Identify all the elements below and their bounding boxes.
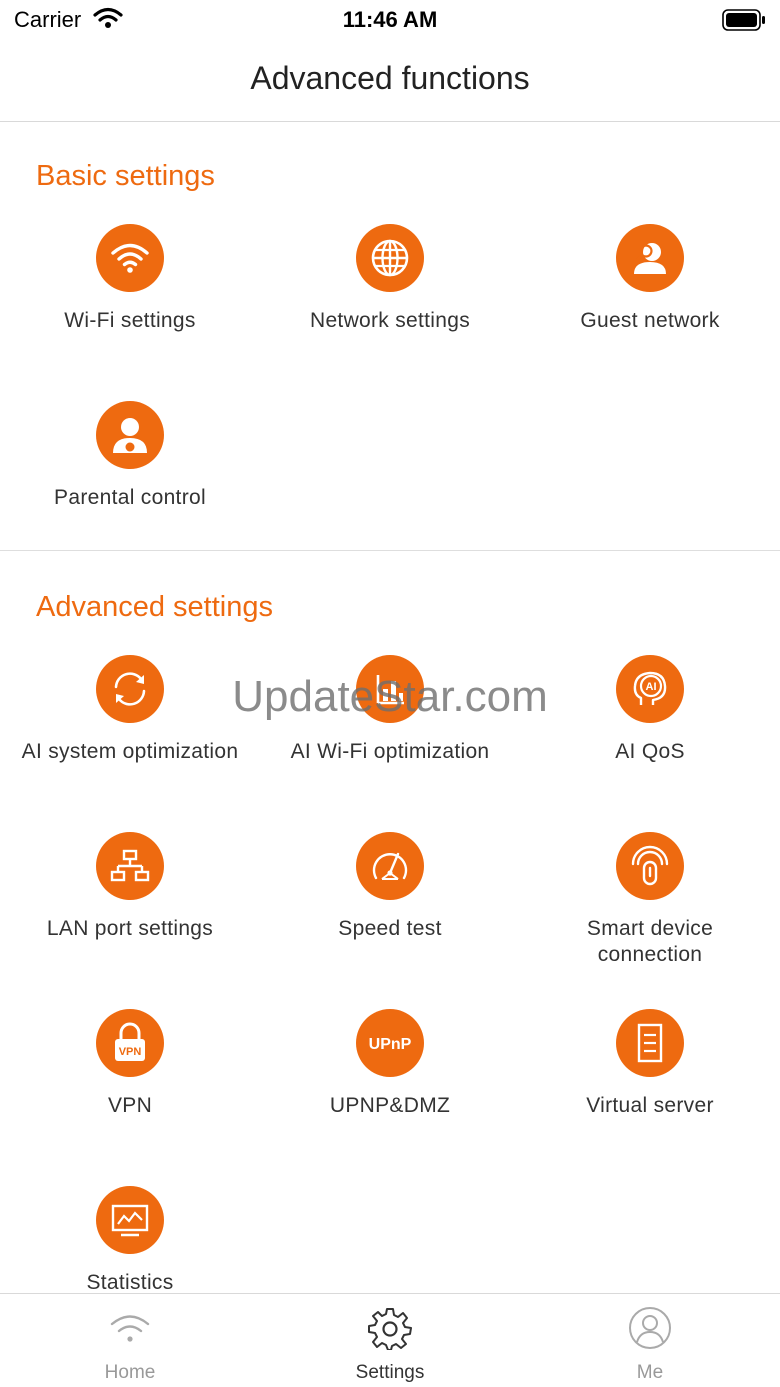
tile-vpn[interactable]: VPN VPN [0, 1009, 260, 1179]
tile-label: Virtual server [586, 1094, 714, 1117]
tile-label: Network settings [309, 309, 471, 332]
network-tree-icon [96, 832, 164, 900]
smart-device-icon [616, 832, 684, 900]
globe-icon [356, 224, 424, 292]
home-wifi-icon [108, 1306, 152, 1350]
tab-label: Home [104, 1362, 156, 1383]
chart-icon [356, 655, 424, 723]
tile-ai-qos[interactable]: AI AI QoS [520, 655, 780, 825]
monitor-icon [96, 1186, 164, 1254]
guest-icon [616, 224, 684, 292]
tile-label: UPNP&DMZ [329, 1094, 451, 1117]
tile-wifi-settings[interactable]: Wi-Fi settings [0, 224, 260, 394]
tile-label: Parental control [54, 486, 206, 509]
tab-label: Me [636, 1362, 664, 1383]
section-divider [0, 550, 780, 551]
basic-settings-title: Basic settings [36, 160, 215, 192]
tile-label: Smart device connection [586, 917, 714, 966]
upnp-icon-text: UPnP [369, 1036, 412, 1053]
gear-icon [368, 1306, 412, 1351]
status-bar: Carrier 11:46 AM [0, 0, 780, 40]
page-title: Advanced functions [250, 60, 530, 96]
ai-icon-text: AI [646, 681, 657, 693]
tile-ai-wifi-optimization[interactable]: AI Wi-Fi optimization [260, 655, 520, 825]
tab-me[interactable]: Me [520, 1294, 780, 1387]
tile-ai-system-optimization[interactable]: AI system optimization [0, 655, 260, 825]
tile-label: VPN [107, 1094, 153, 1117]
tile-label: Wi-Fi settings [64, 309, 196, 332]
refresh-icon [96, 655, 164, 723]
tab-settings[interactable]: Settings [260, 1294, 520, 1387]
tile-parental-control[interactable]: Parental control [0, 401, 260, 571]
tile-speed-test[interactable]: Speed test [260, 832, 520, 1002]
tab-label: Settings [355, 1362, 425, 1383]
advanced-settings-title: Advanced settings [36, 591, 273, 623]
tile-lan-port-settings[interactable]: LAN port settings [0, 832, 260, 1002]
user-icon [628, 1306, 672, 1350]
nav-bar: Advanced functions [0, 40, 780, 122]
vpn-icon-text: VPN [119, 1046, 142, 1058]
upnp-icon: UPnP [356, 1009, 424, 1077]
tile-smart-device-connection[interactable]: Smart device connection [520, 832, 780, 1002]
ai-head-icon: AI [616, 655, 684, 723]
parent-icon [96, 401, 164, 469]
tile-label: AI system optimization [21, 740, 239, 763]
tile-label: Guest network [580, 309, 720, 332]
tile-label: LAN port settings [46, 917, 214, 940]
tile-network-settings[interactable]: Network settings [260, 224, 520, 394]
tile-guest-network[interactable]: Guest network [520, 224, 780, 394]
tile-label: Speed test [338, 917, 442, 940]
lock-icon: VPN [96, 1009, 164, 1077]
speedometer-icon [356, 832, 424, 900]
tile-virtual-server[interactable]: Virtual server [520, 1009, 780, 1179]
battery-icon [722, 9, 766, 36]
tile-label: AI QoS [615, 740, 685, 763]
clock: 11:46 AM [342, 7, 438, 32]
tile-label: AI Wi-Fi optimization [290, 740, 490, 763]
tab-bar: Home Settings Me [0, 1293, 780, 1387]
wifi-icon [96, 224, 164, 292]
server-icon [616, 1009, 684, 1077]
tab-home[interactable]: Home [0, 1294, 260, 1387]
tile-upnp-dmz[interactable]: UPnP UPNP&DMZ [260, 1009, 520, 1179]
